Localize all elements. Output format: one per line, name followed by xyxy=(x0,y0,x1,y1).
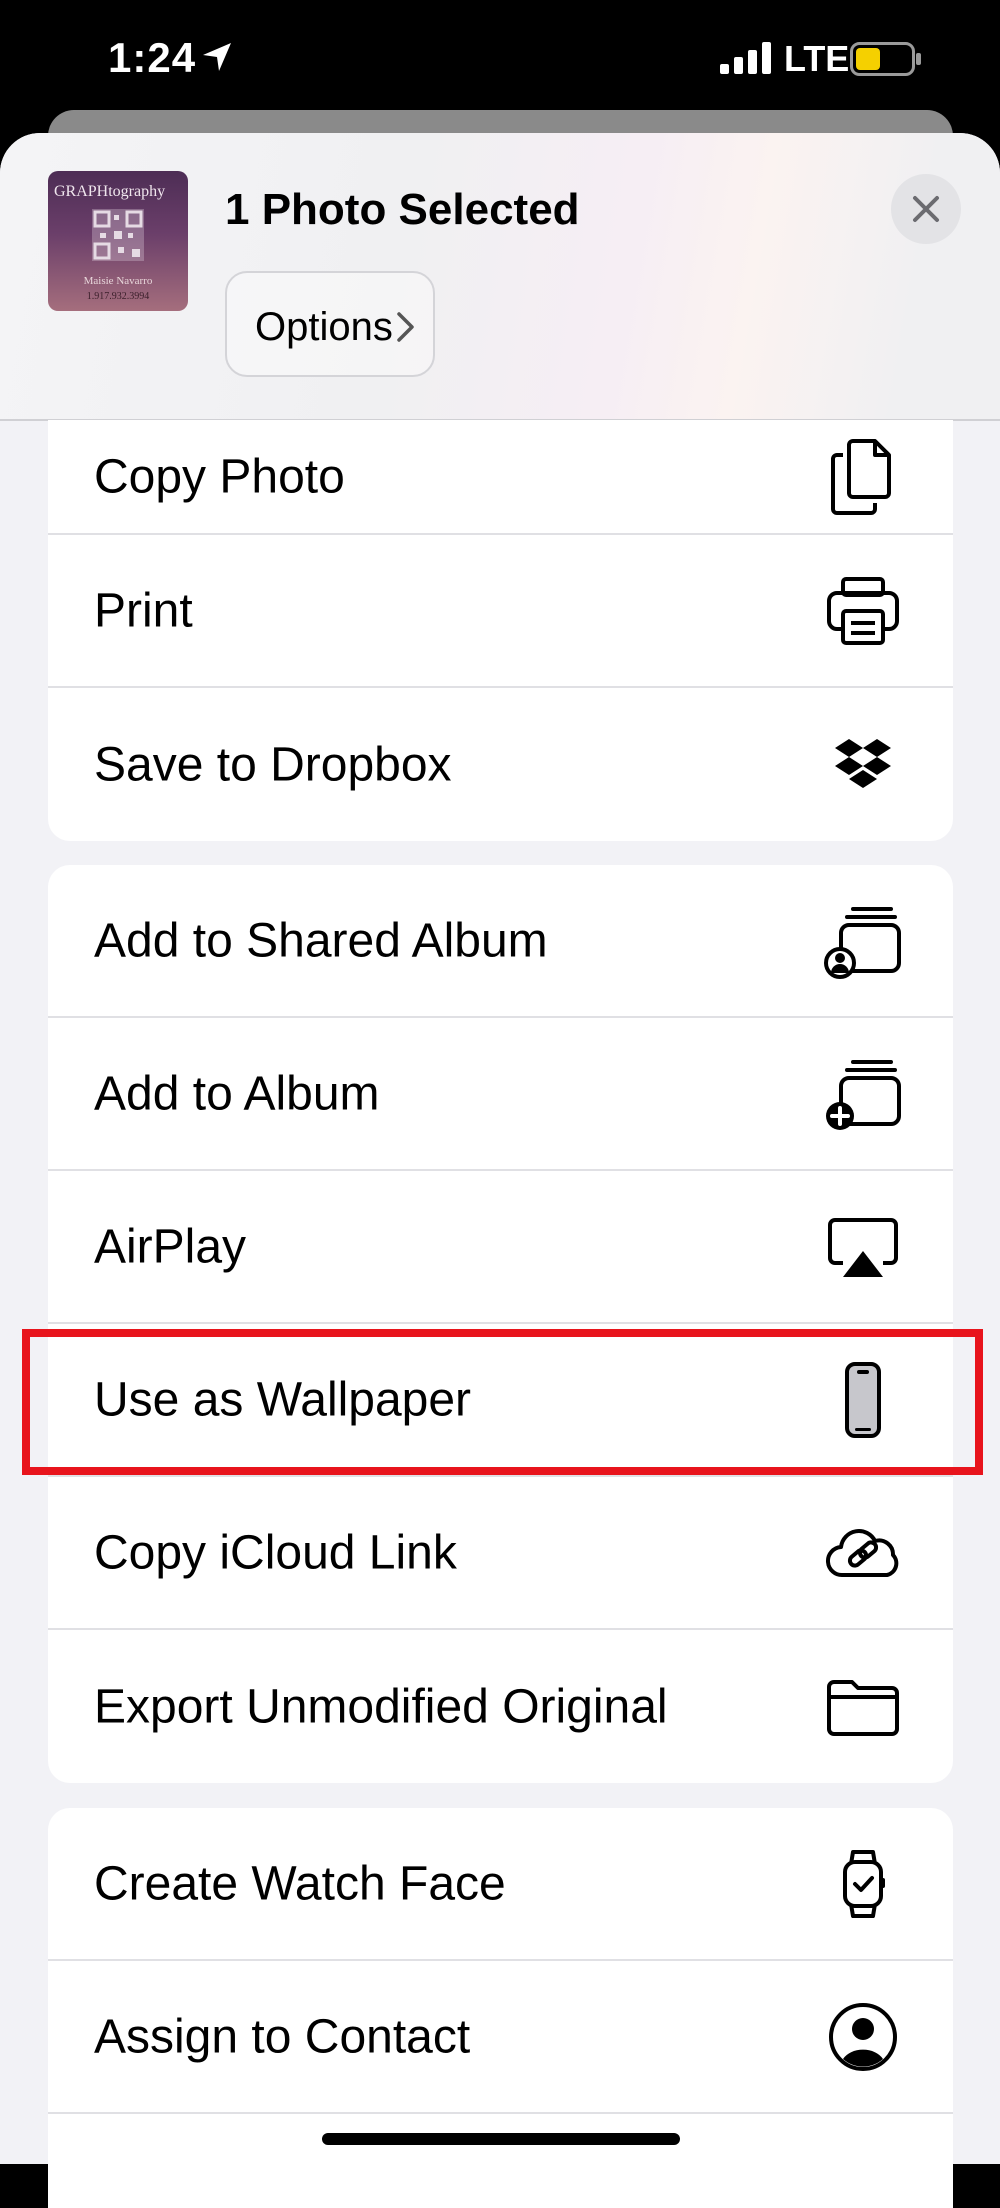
action-label: Print xyxy=(94,584,193,637)
action-label: Add to Shared Album xyxy=(94,914,548,967)
dropbox-icon xyxy=(835,738,891,788)
action-group-1: Copy Photo Print Save to Dropbox xyxy=(48,420,953,841)
location-arrow-icon xyxy=(203,43,231,71)
network-type: LTE xyxy=(784,38,850,79)
close-icon xyxy=(913,196,939,222)
icloud-link-icon xyxy=(825,1528,899,1577)
action-copy-icloud-link[interactable]: Copy iCloud Link xyxy=(48,1477,953,1630)
action-label: Save to Dropbox xyxy=(94,738,452,791)
action-label: Export Unmodified Original xyxy=(94,1680,668,1733)
action-create-watch-face[interactable]: Create Watch Face xyxy=(48,1808,953,1961)
options-label: Options xyxy=(255,305,393,349)
share-sheet-header: GRAPHtography Maisie Navarro 1.917.932.3… xyxy=(0,133,1000,421)
action-label: Add to Album xyxy=(94,1067,380,1120)
printer-icon xyxy=(827,576,899,645)
status-time: 1:24 xyxy=(108,34,197,81)
action-copy-photo[interactable]: Copy Photo xyxy=(48,420,953,535)
action-label: Copy Photo xyxy=(94,450,345,503)
shared-album-icon xyxy=(824,906,901,979)
thumbnail-phone: 1.917.932.3994 xyxy=(86,291,150,302)
action-label: Create Watch Face xyxy=(94,1857,506,1910)
options-button[interactable]: Options xyxy=(225,271,435,377)
action-label: AirPlay xyxy=(94,1220,247,1273)
chevron-right-icon xyxy=(397,312,414,342)
add-album-icon xyxy=(826,1059,901,1130)
thumbnail-name: Maisie Navarro xyxy=(83,275,153,287)
action-group-2: Add to Shared Album Add to Album AirPlay… xyxy=(48,865,953,1783)
action-use-as-wallpaper[interactable]: Use as Wallpaper xyxy=(48,1324,953,1477)
action-print[interactable]: Print xyxy=(48,535,953,688)
contact-icon xyxy=(829,2002,897,2071)
action-save-to-dropbox[interactable]: Save to Dropbox xyxy=(48,688,953,841)
action-label: Assign to Contact xyxy=(94,2010,471,2063)
action-add-to-shared-album[interactable]: Add to Shared Album xyxy=(48,865,953,1018)
copy-photo-icon xyxy=(831,438,891,515)
action-label: Copy iCloud Link xyxy=(94,1526,457,1579)
folder-icon xyxy=(827,1679,899,1736)
cellular-signal-icon xyxy=(720,42,771,74)
selection-title: 1 Photo Selected xyxy=(225,185,580,234)
action-add-to-album[interactable]: Add to Album xyxy=(48,1018,953,1171)
action-more[interactable] xyxy=(48,2114,953,2208)
close-button[interactable] xyxy=(891,174,961,244)
status-bar: 1:24 LTE xyxy=(0,0,1000,120)
action-group-3: Create Watch Face Assign to Contact xyxy=(48,1808,953,2208)
action-export-unmodified-original[interactable]: Export Unmodified Original xyxy=(48,1630,953,1783)
photo-thumbnail[interactable]: GRAPHtography Maisie Navarro 1.917.932.3… xyxy=(48,171,188,311)
watch-icon xyxy=(843,1849,885,1918)
qr-code-icon xyxy=(92,209,144,261)
battery-icon xyxy=(850,42,921,76)
wallpaper-phone-icon xyxy=(845,1361,881,1438)
action-airplay[interactable]: AirPlay xyxy=(48,1171,953,1324)
home-indicator xyxy=(322,2133,680,2145)
airplay-icon xyxy=(828,1217,898,1277)
action-assign-to-contact[interactable]: Assign to Contact xyxy=(48,1961,953,2114)
thumbnail-title: GRAPHtography xyxy=(54,183,166,200)
action-label: Use as Wallpaper xyxy=(94,1373,472,1426)
